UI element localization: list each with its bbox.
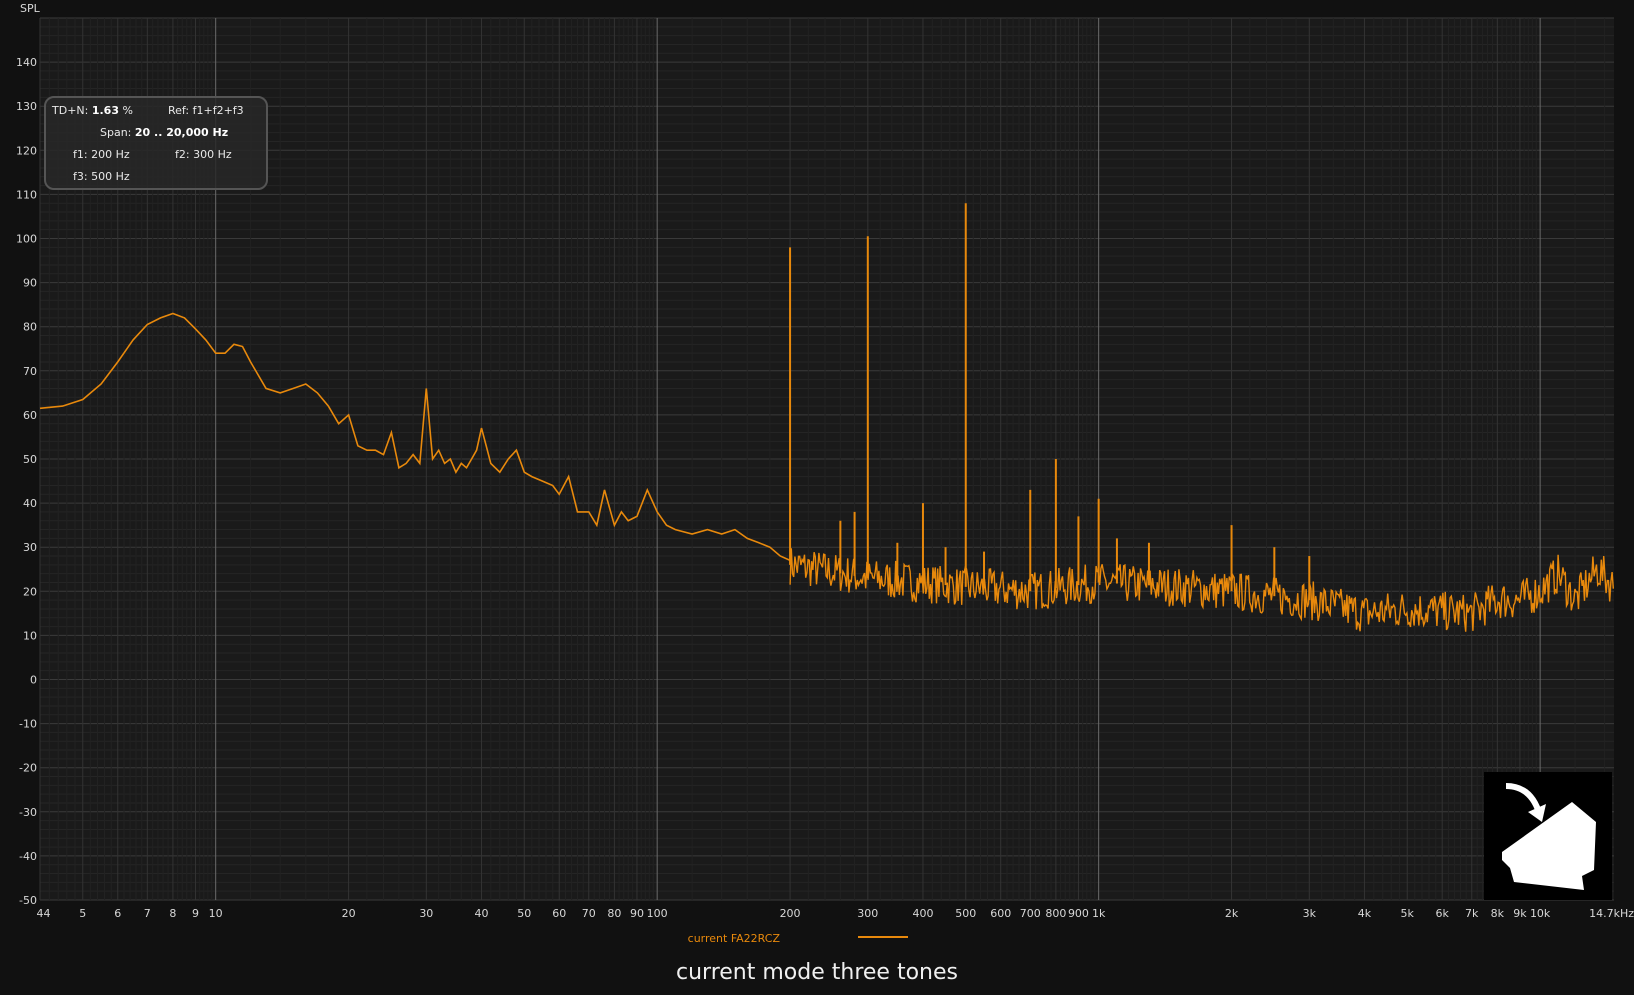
x-tick-label: 8 xyxy=(169,907,176,920)
y-tick-label: 30 xyxy=(23,541,37,554)
y-tick-label: -40 xyxy=(19,850,37,863)
x-tick-label: 5k xyxy=(1401,907,1415,920)
y-tick-label: -20 xyxy=(19,762,37,775)
y-tick-label: 130 xyxy=(16,100,37,113)
f1-value: 200 Hz xyxy=(91,148,130,161)
x-tick-label: 6 xyxy=(114,907,121,920)
x-tick-label: 90 xyxy=(630,907,644,920)
x-tick-label: 20 xyxy=(342,907,356,920)
x-tick-label: 600 xyxy=(990,907,1011,920)
house-arrow-icon xyxy=(1502,783,1596,890)
x-tick-label: 500 xyxy=(955,907,976,920)
span-value: 20 .. 20,000 Hz xyxy=(134,126,229,139)
x-tick-label: 800 xyxy=(1045,907,1066,920)
tdn-label: TD+N: xyxy=(52,104,89,117)
x-tick-label: 900 xyxy=(1068,907,1089,920)
span-label: Span: xyxy=(100,126,132,139)
x-axis-ticks: 4 4 5 6 7 8 9 10 20 30 40 50 60 70 80 90 100 200 300 400 500… xyxy=(37,907,1634,920)
x-tick-label: 9k xyxy=(1513,907,1527,920)
y-tick-label: 90 xyxy=(23,277,37,290)
x-tick-label: 7 xyxy=(144,907,151,920)
y-axis-label: SPL xyxy=(20,2,41,15)
legend: current FA22RCZ xyxy=(688,932,908,945)
x-tick-label: 400 xyxy=(912,907,933,920)
x-tick-label: 14.7kHz xyxy=(1589,907,1634,920)
y-tick-label: 140 xyxy=(16,56,37,69)
app-logo xyxy=(1484,772,1612,900)
x-tick-label: 10 xyxy=(209,907,223,920)
x-tick-label: 50 xyxy=(517,907,531,920)
x-tick-label: 10k xyxy=(1530,907,1551,920)
x-tick-label: 4 xyxy=(37,907,44,920)
y-tick-label: -10 xyxy=(19,718,37,731)
y-tick-label: 120 xyxy=(16,144,37,157)
y-tick-label: 50 xyxy=(23,453,37,466)
y-tick-label: 20 xyxy=(23,585,37,598)
f3-value: 500 Hz xyxy=(91,170,130,183)
ref-value: f1+f2+f3 xyxy=(192,104,244,117)
y-tick-label: -30 xyxy=(19,806,37,819)
x-tick-label: 8k xyxy=(1491,907,1505,920)
tdn-value: 1.63 xyxy=(91,104,119,117)
y-axis-ticks: -50 -40 -30 -20 -10 0 10 20 30 40 50 60 70 80 90 100 110… xyxy=(16,56,37,907)
x-tick-label: 7k xyxy=(1465,907,1479,920)
x-tick-label: 300 xyxy=(857,907,878,920)
y-tick-label: 80 xyxy=(23,321,37,334)
x-tick-label: 1k xyxy=(1092,907,1106,920)
grid xyxy=(39,17,1614,901)
x-tick-label: 100 xyxy=(647,907,668,920)
x-tick-label: 9 xyxy=(192,907,199,920)
x-tick-label: 70 xyxy=(582,907,596,920)
tdn-unit: % xyxy=(122,104,133,117)
x-tick-label: 5 xyxy=(79,907,86,920)
chart-caption: current mode three tones xyxy=(676,960,958,985)
x-tick-label: 4k xyxy=(1358,907,1372,920)
x-tick-label: 4 xyxy=(44,907,51,920)
x-tick-label: 30 xyxy=(419,907,433,920)
x-tick-label: 6k xyxy=(1436,907,1450,920)
x-tick-label: 40 xyxy=(474,907,488,920)
y-tick-label: 60 xyxy=(23,409,37,422)
y-tick-label: 40 xyxy=(23,497,37,510)
y-tick-label: 70 xyxy=(23,365,37,378)
y-tick-label: 0 xyxy=(30,674,37,687)
y-tick-label: -50 xyxy=(19,894,37,907)
measurement-info-box: TD+N: 1.63 % Ref: f1+f2+f3 Span: 20 .. 2… xyxy=(44,96,268,190)
f3-label: f3: xyxy=(73,170,88,183)
y-tick-label: 110 xyxy=(16,188,37,201)
x-tick-label: 200 xyxy=(780,907,801,920)
y-tick-label: 10 xyxy=(23,629,37,642)
legend-entry-label: current FA22RCZ xyxy=(688,932,781,945)
x-tick-label: 700 xyxy=(1020,907,1041,920)
f1-label: f1: xyxy=(73,148,88,161)
x-tick-label: 3k xyxy=(1303,907,1317,920)
x-tick-label: 2k xyxy=(1225,907,1239,920)
x-tick-label: 80 xyxy=(607,907,621,920)
x-tick-label: 60 xyxy=(552,907,566,920)
f2-value: 300 Hz xyxy=(193,148,232,161)
f2-label: f2: xyxy=(175,148,190,161)
ref-label: Ref: xyxy=(168,104,190,117)
y-tick-label: 100 xyxy=(16,233,37,246)
